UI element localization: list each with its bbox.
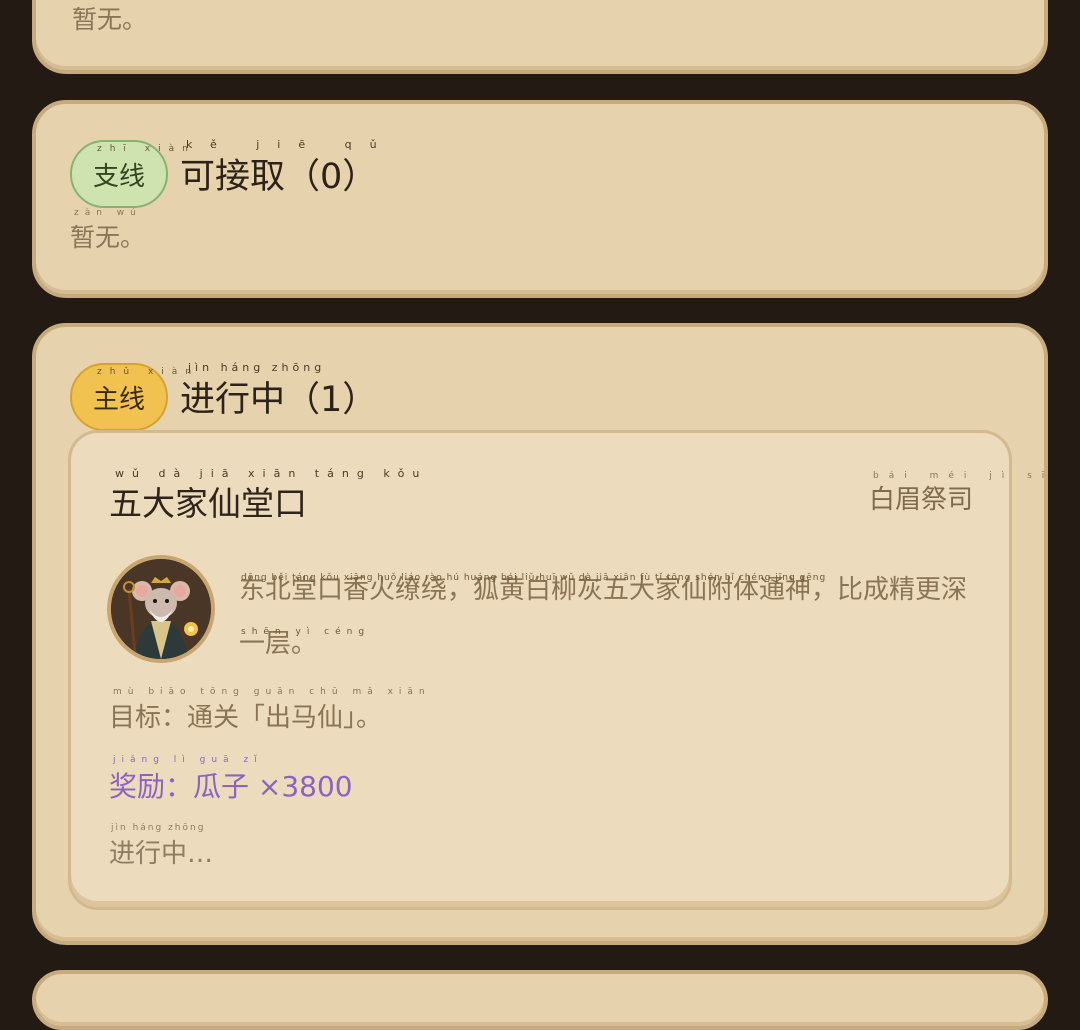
pinyin: dōng běi táng kǒu xiāng huǒ liáo rào hú … [241,573,827,583]
pinyin: mù biāo tōng guān chū mǎ xiān [113,687,431,697]
quest-title: wǔ dà jiā xiān táng kǒu 五大家仙堂口 [109,467,419,525]
pinyin: zàn wú [74,208,142,218]
quest-giver-name: bái méi jì sī 白眉祭司 [868,471,1044,516]
pinyin: jìn háng zhōng [188,361,326,374]
section-title: kě jiē qǔ 可接取（0） [180,138,378,199]
empty-text: 暂无。 [72,5,148,34]
section-title-text: 可接取（0） [180,157,378,197]
main-quest-tag: zhǔ xiàn 主线 [70,363,200,431]
quest-reward: jiǎng lì guā zǐ 奖励：瓜子 ×3800 [109,755,353,805]
pinyin: jìn háng zhōng [111,823,206,833]
reward-text: 奖励：瓜子 ×3800 [109,770,353,803]
npc-avatar [107,555,215,663]
pinyin: shēn yì céng [241,627,371,637]
quest-goal: mù biāo tōng guān chū mǎ xiān 目标：通关「出马仙」… [109,687,425,734]
section-title-text: 进行中（1） [180,380,378,420]
goal-text: 目标：通关「出马仙」。 [109,703,383,733]
rat-priest-icon [111,559,211,659]
quest-card[interactable]: wǔ dà jiā xiān táng kǒu 五大家仙堂口 bái méi j… [68,430,1044,910]
npc-name-text: 白眉祭司 [868,485,973,515]
pinyin: zhǔ xiàn [96,366,200,377]
pinyin: kě jiē qǔ [186,138,395,151]
quest-panel-bottom [32,970,1048,1030]
quest-panel-top: 暂无。 [32,0,1048,74]
pinyin: zhī xiàn [96,143,196,154]
empty-label: 暂无。 [70,223,146,252]
side-quest-tag: zhī xiàn 支线 [70,140,196,208]
pinyin: bái méi jì sī [872,471,1055,481]
section-title: jìn háng zhōng 进行中（1） [180,361,378,422]
side-quest-panel: zhī xiàn 支线 kě jiē qǔ 可接取（0） zàn wú 暂无。 [32,100,1048,298]
status-text: 进行中… [109,839,214,869]
pinyin: jiǎng lì guā zǐ [113,755,263,765]
quest-title-text: 五大家仙堂口 [109,484,307,523]
empty-text: zàn wú 暂无。 [70,208,146,254]
pinyin: wǔ dà jiā xiān táng kǒu [115,467,428,480]
tag-label: 主线 [92,384,145,415]
quest-status: jìn háng zhōng 进行中… [109,823,214,870]
quest-description: dōng běi táng kǒu xiāng huǒ liáo rào hú … [239,563,979,671]
tag-label: 支线 [92,161,145,192]
